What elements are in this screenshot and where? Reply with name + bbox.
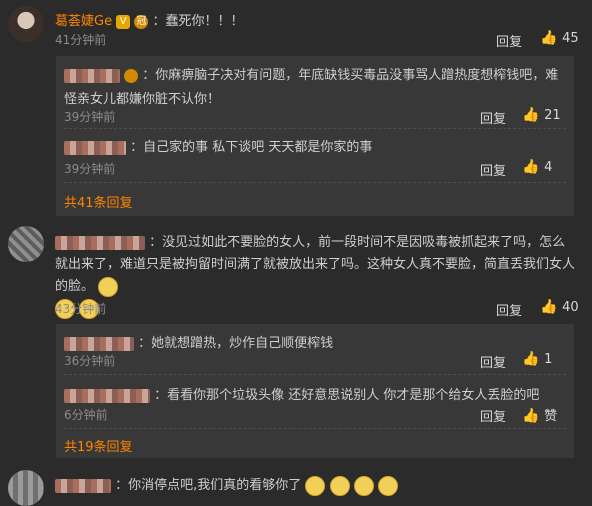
- user-avatar[interactable]: [8, 6, 44, 42]
- crown-badge-icon: [124, 68, 139, 83]
- reply-text: ：你麻痹脑子决对有问题，年底缺钱买毒品没事骂人蹭热度想榨钱吧，难怪亲女儿都嫌你脏…: [64, 68, 559, 107]
- divider: [64, 374, 566, 375]
- reply-item: ：自己家的事 私下谈吧 天天都是你家的事: [64, 136, 566, 155]
- divider: [64, 428, 566, 429]
- view-all-replies-link[interactable]: 共19条回复: [64, 436, 133, 455]
- reply-username[interactable]: [64, 388, 150, 403]
- like-count: 赞: [544, 409, 558, 424]
- divider: [64, 182, 566, 183]
- reply-timestamp: 36分钟前: [64, 354, 116, 368]
- like-button[interactable]: 👍 4: [522, 159, 552, 175]
- like-count: 45: [562, 31, 579, 46]
- like-count: 40: [562, 300, 579, 315]
- reply-timestamp: 39分钟前: [64, 110, 116, 124]
- like-count: 21: [544, 108, 561, 123]
- reply-item: ：她就想蹭热，炒作自己顺便榨钱: [64, 332, 566, 351]
- comment-timestamp: 41分钟前: [55, 33, 107, 47]
- reply-username[interactable]: [64, 68, 120, 83]
- crown-badge-icon: 冠: [134, 14, 149, 29]
- like-button[interactable]: 👍 40: [540, 299, 579, 315]
- reply-button[interactable]: 回复: [480, 406, 506, 425]
- comment-header: 葛荟婕Ge V 冠 ：蠢死你！！！: [55, 10, 244, 29]
- reply-text: ：她就想蹭热，炒作自己顺便榨钱: [138, 336, 334, 351]
- thumb-up-icon: 👍: [540, 30, 558, 46]
- reply-item: ：看看你那个垃圾头像 还好意思说别人 你才是那个给女人丢脸的吧: [64, 384, 566, 403]
- like-button[interactable]: 👍 21: [522, 107, 561, 123]
- verified-badge-icon: V: [116, 14, 131, 29]
- like-button[interactable]: 👍 45: [540, 30, 579, 46]
- like-button[interactable]: 👍 赞: [522, 405, 557, 424]
- reply-thread: ：你麻痹脑子决对有问题，年底缺钱买毒品没事骂人蹭热度想榨钱吧，难怪亲女儿都嫌你脏…: [56, 56, 574, 216]
- reply-button[interactable]: 回复: [496, 31, 522, 50]
- thumb-up-icon: 👍: [522, 408, 540, 424]
- comment-text: ：蠢死你！！！: [152, 14, 244, 29]
- thumb-up-icon: 👍: [522, 107, 540, 123]
- comment-body: ：你消停点吧,我们真的看够你了: [55, 474, 398, 496]
- like-count: 4: [544, 160, 553, 175]
- reply-button[interactable]: 回复: [480, 352, 506, 371]
- reply-button[interactable]: 回复: [496, 300, 522, 319]
- divider: [64, 128, 566, 129]
- reply-timestamp: 39分钟前: [64, 162, 116, 176]
- comment-timestamp: 43分钟前: [55, 302, 107, 316]
- user-avatar[interactable]: [8, 470, 44, 506]
- reply-item: ：你麻痹脑子决对有问题，年底缺钱买毒品没事骂人蹭热度想榨钱吧，难怪亲女儿都嫌你脏…: [64, 64, 566, 112]
- username-link[interactable]: 葛荟婕Ge: [55, 14, 112, 29]
- view-all-replies-link[interactable]: 共41条回复: [64, 192, 133, 211]
- like-count: 1: [544, 352, 553, 367]
- reply-text: ：看看你那个垃圾头像 还好意思说别人 你才是那个给女人丢脸的吧: [154, 388, 540, 403]
- reply-username[interactable]: [64, 140, 126, 155]
- like-button[interactable]: 👍 1: [522, 351, 552, 367]
- thumb-up-icon: 👍: [540, 299, 558, 315]
- reply-text: ：自己家的事 私下谈吧 天天都是你家的事: [130, 140, 373, 155]
- thumb-up-icon: 👍: [522, 159, 540, 175]
- reply-thread: ：她就想蹭热，炒作自己顺便榨钱 36分钟前 回复 👍 1 ：看看你那个垃圾头像 …: [56, 324, 574, 458]
- user-avatar[interactable]: [8, 226, 44, 262]
- reply-username[interactable]: [64, 336, 134, 351]
- reply-button[interactable]: 回复: [480, 160, 506, 179]
- thumb-up-icon: 👍: [522, 351, 540, 367]
- reply-button[interactable]: 回复: [480, 108, 506, 127]
- username-link[interactable]: [55, 235, 145, 250]
- laughing-emoji-icon: [98, 276, 119, 297]
- reply-timestamp: 6分钟前: [64, 408, 108, 422]
